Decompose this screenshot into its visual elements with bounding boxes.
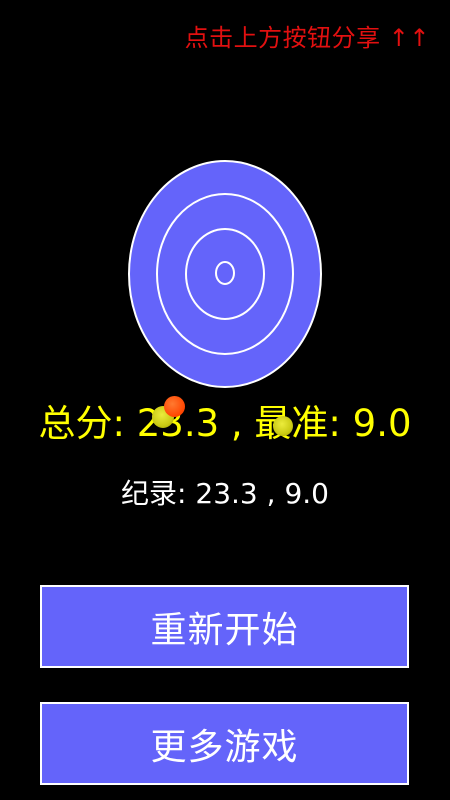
dart-hit-marker bbox=[273, 416, 293, 436]
record-total-value: 23.3 bbox=[195, 477, 258, 510]
dart-hit-marker bbox=[164, 396, 185, 417]
restart-button-label: 重新开始 bbox=[150, 609, 299, 651]
score-line: 总分: 23.3 , 最准: 9.0 bbox=[0, 393, 450, 447]
restart-button[interactable]: 重新开始 bbox=[40, 585, 409, 668]
record-best-value: 9.0 bbox=[284, 477, 329, 510]
record-label: 纪录: bbox=[121, 477, 187, 510]
more-games-button-label: 更多游戏 bbox=[150, 726, 299, 768]
record-line: 纪录: 23.3 , 9.0 bbox=[0, 472, 450, 512]
best-score-value: 9.0 bbox=[352, 402, 412, 445]
record-separator: , bbox=[266, 477, 276, 510]
share-hint: 点击上方按钮分享 ↑↑ bbox=[184, 24, 430, 52]
more-games-button[interactable]: 更多游戏 bbox=[40, 702, 409, 785]
dartboard-target[interactable] bbox=[128, 160, 322, 388]
target-graphic bbox=[128, 160, 322, 388]
best-score-label: 最准: bbox=[254, 402, 341, 445]
total-score-label: 总分: bbox=[38, 402, 125, 445]
score-separator: , bbox=[230, 402, 243, 445]
